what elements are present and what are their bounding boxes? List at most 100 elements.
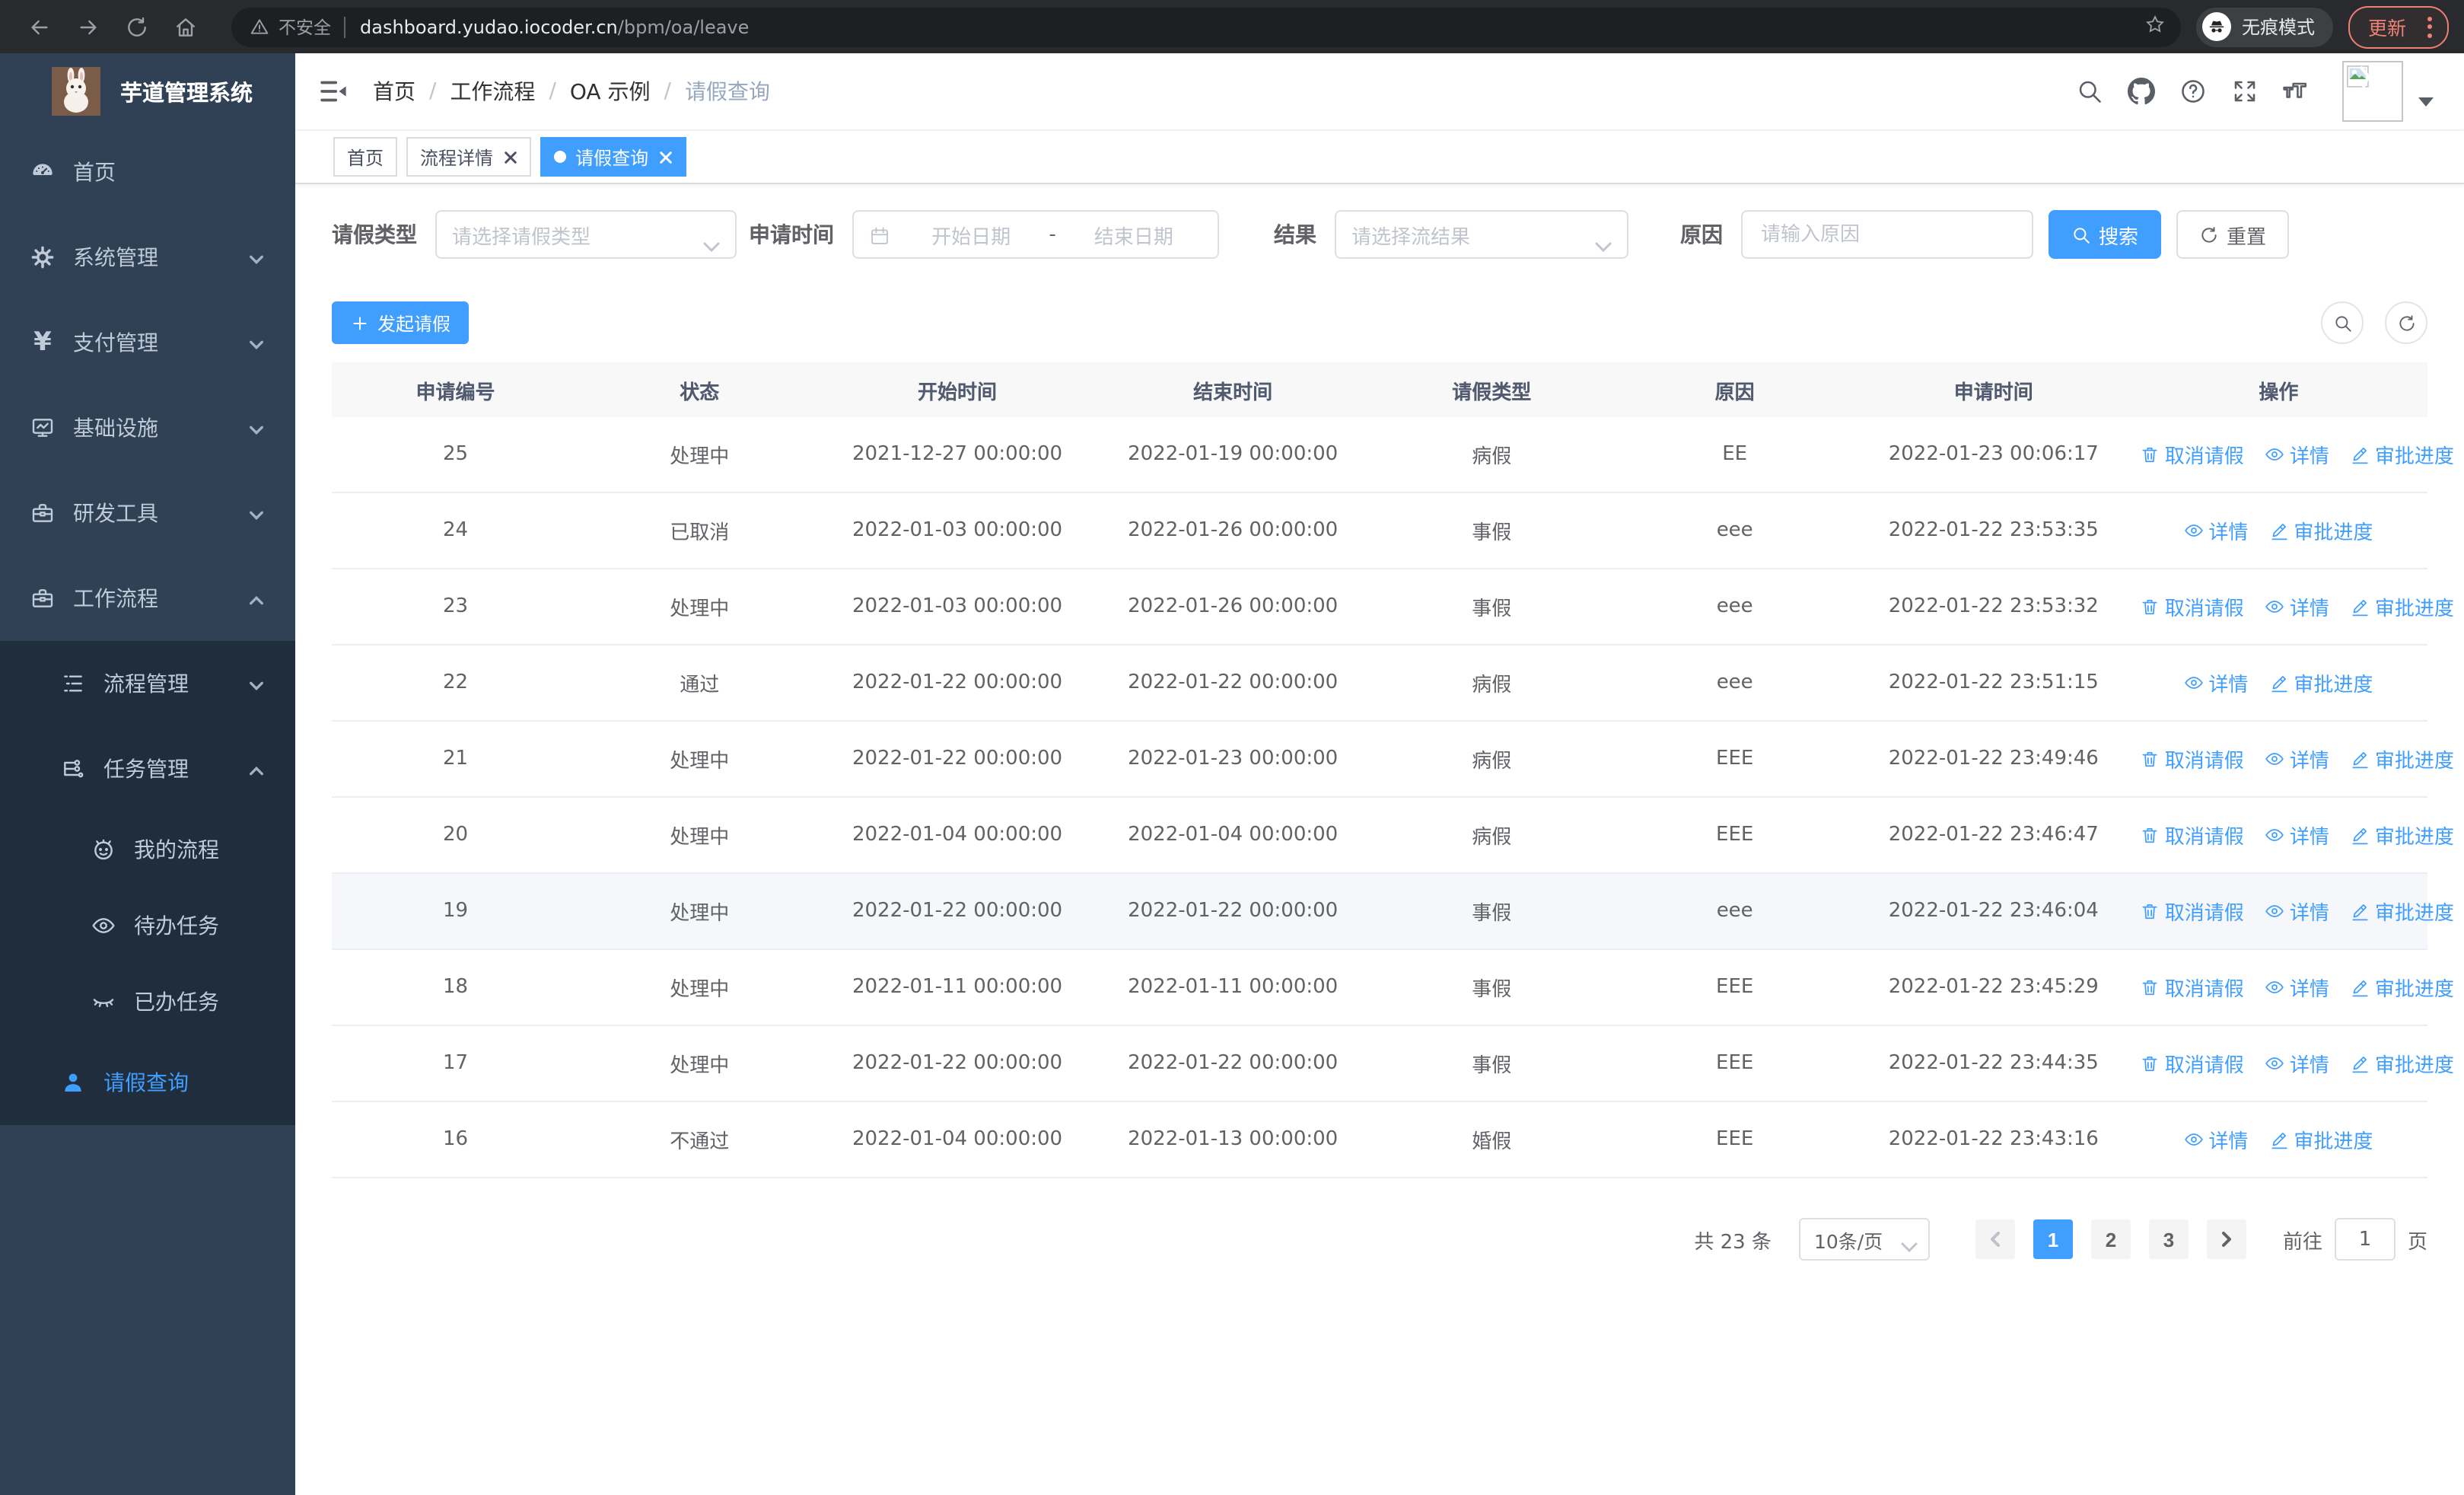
page-button-2[interactable]: 2 [2090,1219,2131,1259]
prev-page-button[interactable] [1975,1219,2015,1259]
breadcrumb-home[interactable]: 首页 [373,76,415,107]
approval-progress-link[interactable]: 审批进度 [2351,439,2454,468]
detail-link[interactable]: 详情 [2265,1048,2329,1077]
chevron-down-icon [248,334,265,351]
hamburger-icon[interactable] [318,76,349,107]
back-icon[interactable] [20,7,59,46]
home-icon[interactable] [166,7,205,46]
bookmark-star-icon[interactable] [2144,12,2166,41]
cancel-leave-link[interactable]: 取消请假 [2141,820,2244,849]
page-button-3[interactable]: 3 [2148,1219,2189,1259]
cancel-leave-link[interactable]: 取消请假 [2141,972,2244,1001]
detail-link[interactable]: 详情 [2265,744,2329,773]
cancel-leave-link[interactable]: 取消请假 [2141,896,2244,925]
approval-progress-link[interactable]: 审批进度 [2269,668,2373,696]
cell-end-time: 2022-01-13 00:00:00 [1094,1101,1371,1178]
cancel-leave-link[interactable]: 取消请假 [2141,744,2244,773]
table-row: 22 通过 2022-01-22 00:00:00 2022-01-22 00:00:… [332,645,2427,722]
apply-time-label: 申请时间 [749,224,834,248]
approval-progress-link[interactable]: 审批进度 [2351,972,2454,1001]
cancel-leave-link[interactable]: 取消请假 [2141,1048,2244,1077]
approval-progress-link[interactable]: 审批进度 [2269,515,2373,544]
detail-link[interactable]: 详情 [2184,1124,2248,1153]
cancel-leave-link[interactable]: 取消请假 [2141,439,2244,468]
page-size-select[interactable]: 10条/页 [1798,1218,1930,1261]
cancel-leave-link[interactable]: 取消请假 [2141,591,2244,620]
detail-link[interactable]: 详情 [2184,515,2248,544]
sidebar-item-dev-tools[interactable]: 研发工具 [0,470,295,556]
cell-start-time: 2022-01-22 00:00:00 [820,645,1095,722]
sidebar-item-process-mgmt[interactable]: 流程管理 [0,641,295,726]
breadcrumb-workflow[interactable]: 工作流程 [450,76,535,107]
sidebar-item-done-tasks[interactable]: 已办任务 [0,964,295,1040]
toggle-search-button[interactable] [2321,301,2364,344]
security-warning-icon[interactable] [247,7,271,46]
list-tree-icon [61,671,85,696]
tab-leave-query[interactable]: 请假查询 [540,137,687,177]
col-leave-type: 请假类型 [1370,362,1612,417]
goto-page-input[interactable] [2334,1218,2396,1261]
approval-progress-link[interactable]: 审批进度 [2351,820,2454,849]
sidebar-item-home[interactable]: 首页 [0,129,295,215]
apply-time-range-picker[interactable]: 开始日期 - 结束日期 [852,210,1219,259]
sidebar-item-task-mgmt[interactable]: 任务管理 [0,726,295,811]
reset-button[interactable]: 重置 [2176,210,2290,259]
approval-progress-link[interactable]: 审批进度 [2351,1048,2454,1077]
create-leave-button[interactable]: 发起请假 [332,301,470,344]
cell-apply-id: 21 [332,721,579,798]
cell-end-time: 2022-01-11 00:00:00 [1094,949,1371,1026]
detail-link[interactable]: 详情 [2265,820,2329,849]
address-bar[interactable]: 不安全 dashboard.yudao.iocoder.cn /bpm/oa/l… [231,7,2181,46]
reload-icon[interactable] [117,7,157,46]
user-avatar-menu[interactable] [2342,61,2434,122]
cell-actions: 取消请假 详情 审批进度 [2129,569,2454,645]
tab-process-detail[interactable]: 流程详情 [406,137,532,177]
reason-input[interactable] [1758,222,2017,247]
detail-link[interactable]: 详情 [2265,439,2329,468]
close-icon[interactable] [504,150,517,164]
workflow-submenu: 流程管理 任务管理 我的流程 待办任务 已办任务 请假查询 [0,641,295,1125]
page-button-1[interactable]: 1 [2033,1219,2073,1259]
github-icon[interactable] [2126,77,2155,106]
more-vert-icon[interactable] [2421,16,2438,37]
next-page-button[interactable] [2206,1219,2246,1259]
forward-icon[interactable] [68,7,108,46]
refresh-button[interactable] [2385,301,2427,344]
table-row: 25 处理中 2021-12-27 00:00:00 2022-01-19 00:00… [332,417,2454,493]
approval-progress-link[interactable]: 审批进度 [2269,1124,2373,1153]
detail-link[interactable]: 详情 [2184,668,2248,696]
col-start-time: 开始时间 [820,362,1095,417]
sidebar-item-my-process[interactable]: 我的流程 [0,811,295,888]
result-select[interactable]: 请选择流结果 [1335,210,1628,259]
sidebar-item-todo-tasks[interactable]: 待办任务 [0,888,295,964]
sidebar-item-workflow[interactable]: 工作流程 [0,556,295,641]
fullscreen-icon[interactable] [2230,77,2259,106]
search-button[interactable]: 搜索 [2049,210,2162,259]
tab-home[interactable]: 首页 [333,137,398,177]
reason-input-wrap [1741,210,2033,259]
approval-progress-link[interactable]: 审批进度 [2351,591,2454,620]
sidebar-item-system[interactable]: 系统管理 [0,215,295,300]
detail-link[interactable]: 详情 [2265,972,2329,1001]
approval-progress-link[interactable]: 审批进度 [2351,896,2454,925]
breadcrumb-oa-example[interactable]: OA 示例 [570,76,651,107]
app-logo-row[interactable]: 芋道管理系统 [0,53,295,129]
detail-link[interactable]: 详情 [2265,591,2329,620]
col-end-time: 结束时间 [1094,362,1371,417]
cell-start-time: 2022-01-04 00:00:00 [820,1101,1095,1178]
update-label[interactable]: 更新 [2368,12,2406,41]
close-icon[interactable] [659,150,673,164]
approval-progress-link[interactable]: 审批进度 [2351,744,2454,773]
active-tab-dot [554,151,567,163]
cell-end-time: 2022-01-19 00:00:00 [1094,417,1371,493]
browser-update-button[interactable]: 更新 [2348,5,2449,48]
detail-link[interactable]: 详情 [2265,896,2329,925]
help-icon[interactable] [2178,77,2207,106]
sidebar-item-infrastructure[interactable]: 基础设施 [0,385,295,470]
sidebar-item-leave-query[interactable]: 请假查询 [0,1040,295,1125]
leave-type-select[interactable]: 请选择请假类型 [435,210,737,259]
browser-chrome: 不安全 dashboard.yudao.iocoder.cn /bpm/oa/l… [0,0,2464,53]
sidebar-item-payment[interactable]: ¥ 支付管理 [0,300,295,385]
search-icon[interactable] [2074,77,2103,106]
font-size-icon[interactable]: TT [2281,77,2310,106]
